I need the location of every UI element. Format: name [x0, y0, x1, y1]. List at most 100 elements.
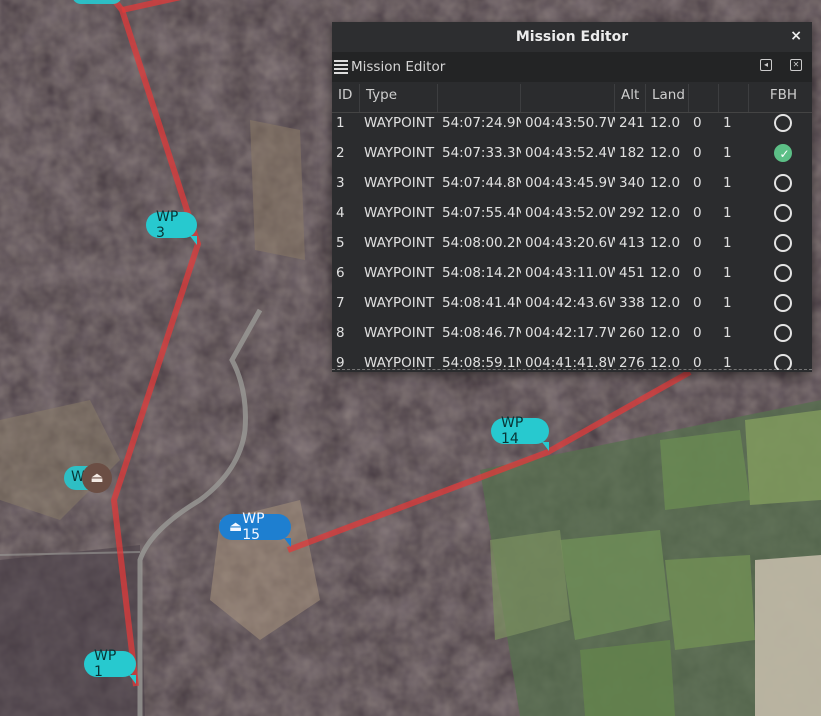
- cell-a[interactable]: 0: [689, 145, 719, 161]
- radio-icon[interactable]: [773, 234, 792, 252]
- cell-type[interactable]: WAYPOINT: [360, 265, 438, 281]
- table-row[interactable]: 9 WAYPOINT 54:08:59.1N 004:41:41.8W 276 12.0 0…: [332, 348, 812, 370]
- cell-alt[interactable]: 241: [615, 115, 646, 131]
- cell-land[interactable]: 12.0: [646, 205, 689, 221]
- radio-icon[interactable]: [773, 294, 792, 312]
- cell-lon[interactable]: 004:43:11.0W: [521, 265, 615, 281]
- window-titlebar[interactable]: Mission Editor ×: [332, 22, 812, 52]
- table-row[interactable]: 3 WAYPOINT 54:07:44.8N 004:43:45.9W 340 12.0 0…: [332, 168, 812, 198]
- cell-lat[interactable]: 54:08:46.7N: [438, 325, 521, 341]
- cell-lon[interactable]: 004:41:41.8W: [521, 355, 615, 370]
- cell-a[interactable]: 0: [689, 265, 719, 281]
- table-row[interactable]: 2 WAYPOINT 54:07:33.3N 004:43:52.4W 182 12.0 0…: [332, 138, 812, 168]
- dock-icon[interactable]: ◂: [760, 59, 772, 71]
- cell-lat[interactable]: 54:08:14.2N: [438, 265, 521, 281]
- cell-type[interactable]: WAYPOINT: [360, 355, 438, 370]
- radio-icon[interactable]: [773, 204, 792, 222]
- cell-id[interactable]: 6: [332, 265, 360, 281]
- cell-b[interactable]: 1: [719, 355, 749, 370]
- cell-id[interactable]: 1: [332, 115, 360, 131]
- radio-icon[interactable]: [773, 174, 792, 192]
- radio-icon[interactable]: [773, 354, 792, 370]
- cell-land[interactable]: 12.0: [646, 145, 689, 161]
- close-panel-icon[interactable]: ✕: [790, 59, 802, 71]
- cell-alt[interactable]: 260: [615, 325, 646, 341]
- cell-lon[interactable]: 004:43:52.0W: [521, 205, 615, 221]
- cell-lat[interactable]: 54:08:59.1N: [438, 355, 521, 370]
- cell-lat[interactable]: 54:07:24.9N: [438, 115, 521, 131]
- radio-icon[interactable]: [773, 264, 792, 282]
- cell-alt[interactable]: 182: [615, 145, 646, 161]
- checked-radio-icon[interactable]: ✓: [773, 144, 792, 162]
- waypoint-marker-1[interactable]: WP 1: [84, 648, 136, 684]
- cell-land[interactable]: 12.0: [646, 235, 689, 251]
- cell-b[interactable]: 1: [719, 325, 749, 341]
- cell-lon[interactable]: 004:43:45.9W: [521, 175, 615, 191]
- cell-b[interactable]: 1: [719, 175, 749, 191]
- cell-type[interactable]: WAYPOINT: [360, 235, 438, 251]
- cell-lat[interactable]: 54:07:44.8N: [438, 175, 521, 191]
- cell-b[interactable]: 1: [719, 145, 749, 161]
- cell-alt[interactable]: 292: [615, 205, 646, 221]
- cell-type[interactable]: WAYPOINT: [360, 175, 438, 191]
- cell-id[interactable]: 8: [332, 325, 360, 341]
- cell-a[interactable]: 0: [689, 175, 719, 191]
- cell-type[interactable]: WAYPOINT: [360, 115, 438, 131]
- cell-lon[interactable]: 004:42:43.6W: [521, 295, 615, 311]
- cell-lon[interactable]: 004:43:50.7W: [521, 115, 615, 131]
- cell-a[interactable]: 0: [689, 325, 719, 341]
- cell-a[interactable]: 0: [689, 295, 719, 311]
- cell-id[interactable]: 2: [332, 145, 360, 161]
- cell-id[interactable]: 9: [332, 355, 360, 370]
- cell-lon[interactable]: 004:43:52.4W: [521, 145, 615, 161]
- cell-b[interactable]: 1: [719, 115, 749, 131]
- table-row[interactable]: 5 WAYPOINT 54:08:00.2N 004:43:20.6W 413 12.0 0…: [332, 228, 812, 258]
- cell-b[interactable]: 1: [719, 235, 749, 251]
- table-row[interactable]: 8 WAYPOINT 54:08:46.7N 004:42:17.7W 260 12.0 0…: [332, 318, 812, 348]
- cell-b[interactable]: 1: [719, 205, 749, 221]
- cell-a[interactable]: 0: [689, 115, 719, 131]
- home-marker[interactable]: ⏏: [82, 463, 112, 493]
- cell-lon[interactable]: 004:43:20.6W: [521, 235, 615, 251]
- cell-lat[interactable]: 54:07:33.3N: [438, 145, 521, 161]
- cell-id[interactable]: 5: [332, 235, 360, 251]
- cell-alt[interactable]: 338: [615, 295, 646, 311]
- cell-land[interactable]: 12.0: [646, 175, 689, 191]
- cell-alt[interactable]: 413: [615, 235, 646, 251]
- cell-id[interactable]: 7: [332, 295, 360, 311]
- waypoint-marker-partial[interactable]: [72, 0, 122, 4]
- cell-land[interactable]: 12.0: [646, 265, 689, 281]
- table-row[interactable]: 7 WAYPOINT 54:08:41.4N 004:42:43.6W 338 12.0 0…: [332, 288, 812, 318]
- cell-type[interactable]: WAYPOINT: [360, 145, 438, 161]
- cell-alt[interactable]: 276: [615, 355, 646, 370]
- cell-lat[interactable]: 54:08:41.4N: [438, 295, 521, 311]
- waypoint-marker-3[interactable]: WP 3: [146, 209, 197, 245]
- waypoint-marker-14[interactable]: WP 14: [491, 415, 549, 451]
- cell-type[interactable]: WAYPOINT: [360, 325, 438, 341]
- cell-land[interactable]: 12.0: [646, 115, 689, 131]
- cell-a[interactable]: 0: [689, 205, 719, 221]
- cell-a[interactable]: 0: [689, 235, 719, 251]
- menu-icon[interactable]: [334, 60, 348, 74]
- table-row[interactable]: 1 WAYPOINT 54:07:24.9N 004:43:50.7W 241 12.0 0…: [332, 108, 812, 138]
- table-row[interactable]: 4 WAYPOINT 54:07:55.4N 004:43:52.0W 292 12.0 0…: [332, 198, 812, 228]
- cell-id[interactable]: 4: [332, 205, 360, 221]
- cell-b[interactable]: 1: [719, 265, 749, 281]
- cell-type[interactable]: WAYPOINT: [360, 295, 438, 311]
- close-icon[interactable]: ×: [790, 28, 802, 44]
- cell-land[interactable]: 12.0: [646, 295, 689, 311]
- radio-icon[interactable]: [773, 114, 792, 132]
- cell-type[interactable]: WAYPOINT: [360, 205, 438, 221]
- cell-id[interactable]: 3: [332, 175, 360, 191]
- cell-a[interactable]: 0: [689, 355, 719, 370]
- cell-land[interactable]: 12.0: [646, 325, 689, 341]
- cell-alt[interactable]: 451: [615, 265, 646, 281]
- waypoint-marker-15[interactable]: ⏏ WP 15: [219, 511, 291, 547]
- cell-b[interactable]: 1: [719, 295, 749, 311]
- table-row[interactable]: 6 WAYPOINT 54:08:14.2N 004:43:11.0W 451 12.0 0…: [332, 258, 812, 288]
- radio-icon[interactable]: [773, 324, 792, 342]
- cell-alt[interactable]: 340: [615, 175, 646, 191]
- cell-lat[interactable]: 54:07:55.4N: [438, 205, 521, 221]
- cell-lon[interactable]: 004:42:17.7W: [521, 325, 615, 341]
- cell-land[interactable]: 12.0: [646, 355, 689, 370]
